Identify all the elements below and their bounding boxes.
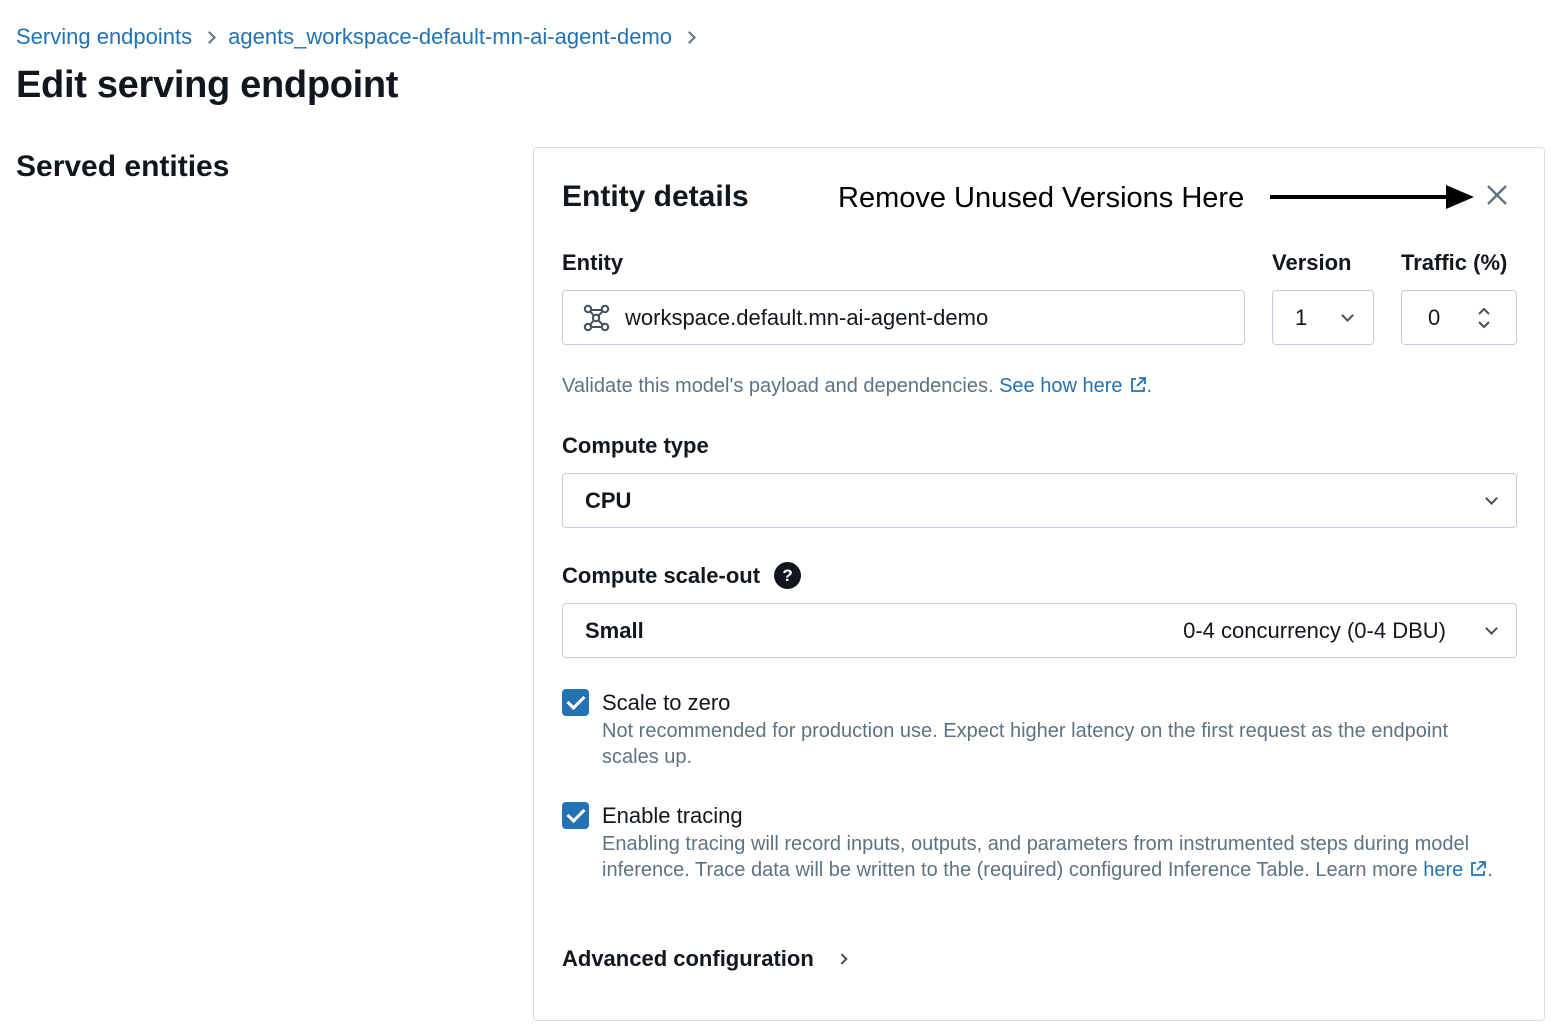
chevron-right-icon: [836, 953, 848, 965]
card-title: Entity details: [562, 180, 749, 213]
tracing-learn-text: Learn more: [1315, 859, 1418, 881]
scale-to-zero-checkbox[interactable]: [562, 689, 589, 716]
external-link-icon: [1130, 377, 1146, 392]
chevron-down-icon: [1341, 309, 1354, 322]
scaleout-label-row: Compute scale-out ?: [562, 562, 802, 589]
entity-details-card: Entity details Remove Unused Versions He…: [533, 147, 1545, 1021]
close-icon[interactable]: [1482, 180, 1512, 210]
validate-text: Validate this model's payload and depend…: [562, 375, 994, 397]
breadcrumb: Serving endpoints agents_workspace-defau…: [16, 24, 708, 50]
compute-type-value: CPU: [585, 487, 632, 513]
advanced-config-toggle[interactable]: Advanced configuration: [562, 946, 848, 972]
traffic-input[interactable]: 0: [1401, 290, 1517, 345]
enable-tracing-label: Enable tracing: [602, 803, 743, 828]
see-how-link[interactable]: See how here: [999, 375, 1146, 397]
scale-to-zero-desc: Not recommended for production use. Expe…: [602, 720, 1449, 768]
version-label: Version: [1272, 250, 1352, 275]
annotation-text: Remove Unused Versions Here: [838, 182, 1245, 214]
entity-value: workspace.default.mn-ai-agent-demo: [625, 304, 989, 330]
section-title: Served entities: [16, 150, 230, 183]
chevron-down-icon: [1485, 622, 1498, 635]
version-value: 1: [1295, 304, 1308, 330]
enable-tracing-checkbox[interactable]: [562, 802, 589, 829]
entity-label: Entity: [562, 250, 624, 275]
entity-field[interactable]: workspace.default.mn-ai-agent-demo: [562, 290, 1245, 345]
validate-help: Validate this model's payload and depend…: [562, 373, 1152, 399]
scale-to-zero-label: Scale to zero: [602, 690, 731, 715]
version-select[interactable]: 1: [1272, 290, 1374, 345]
compute-type-label: Compute type: [562, 433, 709, 458]
chevron-right-icon: [672, 24, 708, 50]
enable-tracing-desc: Enabling tracing will record inputs, out…: [602, 831, 1522, 883]
chevron-down-icon: [1485, 492, 1498, 505]
arrow-right-icon: [1270, 185, 1474, 209]
advanced-config-label: Advanced configuration: [562, 946, 814, 971]
scaleout-value: Small: [585, 617, 644, 643]
traffic-label: Traffic (%): [1401, 250, 1508, 275]
compute-type-select[interactable]: CPU: [562, 473, 1517, 528]
chevron-right-icon: [192, 24, 228, 50]
scaleout-select[interactable]: Small 0-4 concurrency (0-4 DBU): [562, 603, 1517, 658]
external-link-icon: [1471, 861, 1487, 876]
tracing-here-text: here: [1423, 859, 1464, 881]
traffic-value: 0: [1428, 304, 1441, 330]
question-circle-icon[interactable]: ?: [774, 562, 802, 589]
validate-end: .: [1146, 375, 1153, 397]
scaleout-label: Compute scale-out: [562, 562, 761, 588]
breadcrumb-serving-endpoints[interactable]: Serving endpoints: [16, 24, 192, 50]
tracing-here-link[interactable]: here: [1423, 859, 1487, 881]
tracing-end: .: [1487, 859, 1493, 881]
see-how-link-text: See how here: [999, 375, 1123, 397]
page-title: Edit serving endpoint: [16, 64, 399, 106]
model-graph-icon: [583, 304, 610, 331]
breadcrumb-endpoint[interactable]: agents_workspace-default-mn-ai-agent-dem…: [228, 24, 672, 50]
stepper-arrows-icon[interactable]: [1476, 305, 1492, 331]
scaleout-detail: 0-4 concurrency (0-4 DBU): [1183, 617, 1446, 643]
